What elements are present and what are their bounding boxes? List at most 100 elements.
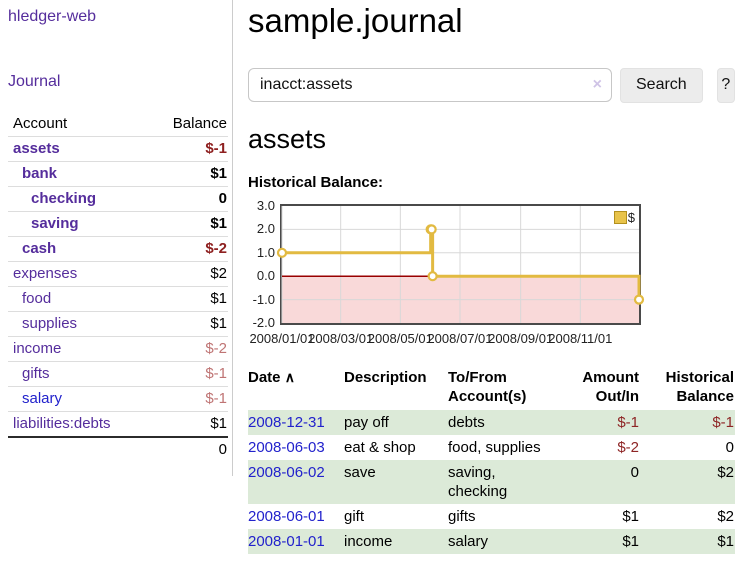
table-row: 2008-06-03eat & shopfood, supplies$-20 xyxy=(248,435,735,460)
brand: hledger-web xyxy=(8,8,228,26)
sidebar-account-link[interactable]: saving xyxy=(31,215,79,232)
txn-description: income xyxy=(344,529,448,554)
txn-date-cell: 2008-06-02 xyxy=(248,460,344,504)
table-row: 2008-06-01giftgifts$1$2 xyxy=(248,504,735,529)
sidebar-account-link[interactable]: income xyxy=(13,340,61,357)
sidebar: hledger-web Journal Account Balance asse… xyxy=(0,0,233,476)
txn-amount: $1 xyxy=(560,504,640,529)
sidebar-account-link[interactable]: bank xyxy=(22,165,57,182)
account-row: food$1 xyxy=(8,287,228,312)
txn-date-link[interactable]: 2008-01-01 xyxy=(248,533,325,550)
brand-link[interactable]: hledger-web xyxy=(8,8,96,25)
sidebar-account-link[interactable]: supplies xyxy=(22,315,77,332)
legend-swatch xyxy=(614,211,627,224)
accounts-header-row: Account Balance xyxy=(8,112,228,137)
txn-date-link[interactable]: 2008-06-01 xyxy=(248,508,325,525)
accounts-table-body: assets$-1bank$1checking0saving$1cash$-2e… xyxy=(8,137,228,438)
transactions-header-row: Date ∧ Description To/From Account(s) Am… xyxy=(248,366,735,410)
txn-accounts: food, supplies xyxy=(448,435,560,460)
sidebar-account-link[interactable]: assets xyxy=(13,140,60,157)
account-row: gifts $-1 xyxy=(8,362,228,387)
account-balance: $2 xyxy=(147,262,228,287)
legend-label: $ xyxy=(628,210,635,225)
account-name-cell: saving xyxy=(8,212,147,237)
txn-balance: $2 xyxy=(640,460,735,504)
search-input[interactable] xyxy=(248,68,612,102)
y-tick-label: -2.0 xyxy=(248,316,275,330)
historical-balance-chart: $ 3.02.01.00.0-1.0-2.0 2008/01/012008/03… xyxy=(248,204,643,347)
accounts-table: Account Balance assets$-1bank$1checking0… xyxy=(8,112,228,462)
account-name-cell: supplies xyxy=(8,312,147,337)
account-name-cell: gifts xyxy=(8,362,147,387)
chart-plot: $ xyxy=(280,204,641,325)
account-name-cell: expenses xyxy=(8,262,147,287)
x-tick-label: 2008/07/01 xyxy=(427,331,493,346)
account-row: saving $1 xyxy=(8,212,228,237)
account-row: cash$-2 xyxy=(8,237,228,262)
search-form: × Search ? xyxy=(248,68,735,103)
account-balance: $1 xyxy=(147,412,228,438)
txn-date-cell: 2008-06-01 xyxy=(248,504,344,529)
txn-description: save xyxy=(344,460,448,504)
date-header-label: Date xyxy=(248,369,281,386)
search-box: × xyxy=(248,68,612,102)
txn-amount: $-1 xyxy=(560,410,640,435)
transactions-table-body: 2008-12-31pay offdebts$-1$-12008-06-03ea… xyxy=(248,410,735,554)
account-balance: $1 xyxy=(147,312,228,337)
main-content: sample.journal × Search ? assets Histori… xyxy=(233,0,742,554)
sidebar-account-link[interactable]: checking xyxy=(31,190,96,207)
chart-canvas xyxy=(282,206,639,323)
txn-accounts: debts xyxy=(448,410,560,435)
txn-description: eat & shop xyxy=(344,435,448,460)
amount-header-line1: Amount xyxy=(560,368,639,387)
txn-description: pay off xyxy=(344,410,448,435)
txn-balance: 0 xyxy=(640,435,735,460)
account-name-cell: bank xyxy=(8,162,147,187)
x-tick-label: 2008/05/01 xyxy=(367,331,433,346)
search-button[interactable]: Search xyxy=(620,68,703,103)
sidebar-item-journal[interactable]: Journal xyxy=(8,73,60,90)
y-tick-label: 3.0 xyxy=(248,199,275,213)
sidebar-account-link[interactable]: salary xyxy=(22,390,62,407)
app-layout: hledger-web Journal Account Balance asse… xyxy=(0,0,742,554)
tofrom-header-line2: Account(s) xyxy=(448,387,556,406)
txn-date-link[interactable]: 2008-12-31 xyxy=(248,414,325,431)
transactions-table: Date ∧ Description To/From Account(s) Am… xyxy=(248,366,735,554)
accounts-total-value: 0 xyxy=(147,437,228,462)
account-name-cell: assets xyxy=(8,137,147,162)
sidebar-account-link[interactable]: gifts xyxy=(22,365,50,382)
txn-amount: 0 xyxy=(560,460,640,504)
account-name-cell: salary xyxy=(8,387,147,412)
sidebar-account-link[interactable]: expenses xyxy=(13,265,77,282)
y-tick-label: 2.0 xyxy=(248,222,275,236)
account-balance: $-1 xyxy=(147,362,228,387)
y-tick-label: 0.0 xyxy=(248,269,275,283)
sidebar-account-link[interactable]: cash xyxy=(22,240,56,257)
page-title: sample.journal xyxy=(248,2,735,40)
account-row: supplies $1 xyxy=(8,312,228,337)
sidebar-account-link[interactable]: liabilities:debts xyxy=(13,415,111,432)
account-row: checking0 xyxy=(8,187,228,212)
txn-balance: $1 xyxy=(640,529,735,554)
chart-legend: $ xyxy=(614,210,635,225)
txn-amount: $1 xyxy=(560,529,640,554)
account-balance: $1 xyxy=(147,212,228,237)
account-balance: $1 xyxy=(147,162,228,187)
txn-date-cell: 2008-06-03 xyxy=(248,435,344,460)
y-tick-label: -1.0 xyxy=(248,293,275,307)
account-balance: $-1 xyxy=(147,137,228,162)
x-tick-label: 2008/11/01 xyxy=(547,331,613,346)
txn-date-link[interactable]: 2008-06-03 xyxy=(248,439,325,456)
clear-search-icon[interactable]: × xyxy=(593,76,602,94)
account-row: liabilities:debts $1 xyxy=(8,412,228,438)
transactions-header-description: Description xyxy=(344,366,448,410)
txn-balance: $2 xyxy=(640,504,735,529)
txn-accounts: saving, checking xyxy=(448,460,560,504)
txn-date-link[interactable]: 2008-06-02 xyxy=(248,464,325,481)
transactions-header-date[interactable]: Date ∧ xyxy=(248,366,344,410)
sidebar-account-link[interactable]: food xyxy=(22,290,51,307)
help-button[interactable]: ? xyxy=(717,68,735,103)
account-row: assets $-1 xyxy=(8,137,228,162)
account-row: bank $1 xyxy=(8,162,228,187)
account-row: salary$-1 xyxy=(8,387,228,412)
